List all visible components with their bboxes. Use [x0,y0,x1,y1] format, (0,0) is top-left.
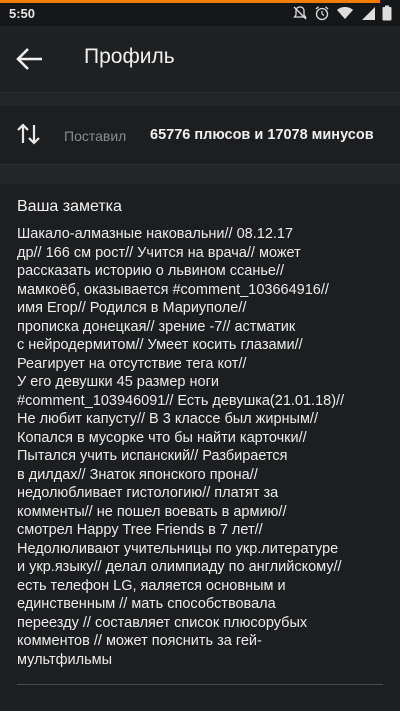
note-line: переезду // составляет список плюсорубых [17,614,308,631]
page-title: Профиль [84,45,175,68]
back-button[interactable] [14,46,48,72]
section-separator-2 [0,164,400,185]
note-line: с нейродермитом// Умеет косить глазами// [17,337,303,353]
note-line: Недолюливают учительницы по укр.литерату… [17,540,339,557]
note-line: Реагирует на отсутствие тега кот// [17,355,247,372]
note-line: Копался в мусорке что бы найти карточки/… [17,429,307,446]
note-line: Не любит капусту// В 3 классе был жирным… [17,411,318,427]
note-line: имя Егор// Родился в Мариуполе// [17,300,247,316]
note-line: мультфильмы [17,651,113,668]
note-line: рассказать историю о львином ссанье// [17,263,284,279]
note-text[interactable]: Шакало-алмазные наковальни// 08.12.17 др… [17,225,385,669]
note-line: комментов // может пояснить за гей- [17,633,262,649]
note-line: комменты// не пошел воевать в армию// [17,503,287,520]
stats-value: 65776 плюсов и 17078 минусов [150,127,374,143]
note-line: есть телефон LG, яаляется основным и [17,577,286,594]
section-separator [0,92,400,107]
stats-label: Поставил [64,128,127,144]
note-line: Пытался учить испанский// Разбирается [17,448,288,464]
note-line: единственным // мать способствовала [17,596,276,612]
note-line: мамкоёб, оказывается #comment_103664916/… [17,281,329,298]
note-title: Ваша заметка [17,198,122,215]
status-icons [292,3,392,23]
sort-arrows-icon [17,123,40,145]
note-line: недолюбливает гистологию// платят за [17,485,279,501]
signal-icon [362,7,375,20]
note-line: и укр.языку// делал олимпиаду по английс… [17,559,342,575]
arrow-left-icon [16,48,42,70]
status-bar: 5:50 [0,0,400,26]
note-line: #comment_103946091// Есть девушка(21.01.… [17,392,345,409]
note-line: прописка донецкая// зрение -7// астматик [17,318,296,335]
mute-icon [293,6,307,20]
votes-stats-row: Поставил 65776 плюсов и 17078 минусов [0,106,400,164]
app-bar: Профиль [0,26,400,92]
alarm-icon [315,6,329,21]
note-line: др// 166 см рост// Учится на врача// мож… [17,244,301,261]
note-line: У его девушки 45 размер ноги [17,374,219,390]
note-line: в дилдах// Знаток японского прона// [17,466,258,483]
battery-icon [382,5,392,21]
wifi-icon [337,7,353,19]
note-line: Шакало-алмазные наковальни// 08.12.17 [17,226,294,242]
note-line: смотрел Happy Tree Friends в 7 лет// [17,522,263,538]
status-time: 5:50 [9,6,36,21]
user-note-card: Ваша заметка Шакало-алмазные наковальни/… [0,184,400,711]
note-underline [17,684,383,685]
